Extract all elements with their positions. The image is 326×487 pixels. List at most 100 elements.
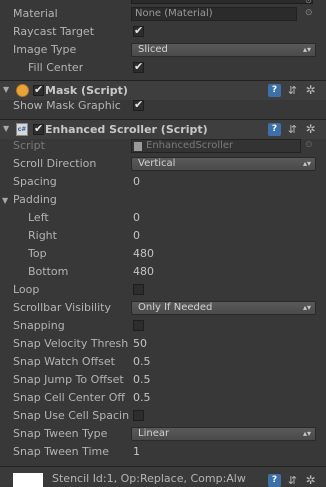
show-mask-graphic-label: Show Mask Graphic bbox=[13, 99, 121, 112]
snap-jump-offset-input[interactable]: 0.5 bbox=[131, 372, 318, 388]
padding-bottom-row: Bottom 480 bbox=[0, 263, 320, 281]
script-file-icon bbox=[134, 142, 142, 151]
material-row: Material None (Material) ⊙ bbox=[0, 5, 320, 23]
image-type-value: Sliced bbox=[138, 44, 168, 55]
gear-icon[interactable]: ✲ bbox=[304, 474, 317, 487]
snap-watch-offset-input[interactable]: 0.5 bbox=[131, 354, 318, 370]
snap-tween-time-row: Snap Tween Time 1 bbox=[0, 443, 320, 461]
snap-velocity-row: Snap Velocity Thresh 50 bbox=[0, 335, 320, 353]
dropdown-arrow-icon: ▴▾ bbox=[302, 303, 311, 312]
snap-velocity-label: Snap Velocity Thresh bbox=[13, 337, 129, 350]
scrollbar-visibility-value: Only If Needed bbox=[138, 302, 213, 313]
mask-component-icon bbox=[16, 84, 29, 97]
scrollbar-visibility-row: Scrollbar Visibility Only If Needed ▴▾ bbox=[0, 299, 320, 317]
padding-label: Padding bbox=[13, 193, 57, 206]
help-icon[interactable]: ? bbox=[268, 84, 281, 97]
snap-cell-center-label: Snap Cell Center Off bbox=[13, 391, 125, 404]
snap-use-cell-spacing-label: Snap Use Cell Spacin bbox=[13, 409, 130, 422]
show-mask-graphic-checkbox[interactable] bbox=[133, 98, 144, 111]
loop-checkbox[interactable] bbox=[133, 284, 144, 295]
script-file-icon: c# bbox=[16, 123, 28, 136]
image-type-row: Image Type Sliced ▴▾ bbox=[0, 41, 320, 59]
padding-top-row: Top 480 bbox=[0, 245, 320, 263]
fill-center-row: Fill Center bbox=[0, 59, 320, 77]
padding-right-label: Right bbox=[28, 229, 57, 242]
scrollbar-visibility-label: Scrollbar Visibility bbox=[13, 301, 111, 314]
mask-enabled-checkbox[interactable] bbox=[33, 83, 44, 96]
snap-jump-offset-label: Snap Jump To Offset bbox=[13, 373, 124, 386]
preset-icon[interactable]: ⇵ bbox=[286, 474, 299, 487]
snapping-row: Snapping bbox=[0, 317, 320, 335]
snap-tween-time-label: Snap Tween Time bbox=[13, 445, 109, 458]
raycast-target-checkbox[interactable] bbox=[133, 24, 144, 37]
scrollbar-visibility-dropdown[interactable]: Only If Needed ▴▾ bbox=[131, 301, 316, 315]
spacing-row: Spacing 0 bbox=[0, 173, 320, 191]
snap-tween-type-dropdown[interactable]: Linear ▴▾ bbox=[131, 427, 316, 441]
script-field[interactable]: EnhancedScroller bbox=[131, 139, 301, 153]
help-icon[interactable]: ? bbox=[268, 123, 281, 136]
scroll-direction-label: Scroll Direction bbox=[13, 157, 97, 170]
material-label: Material bbox=[13, 7, 58, 20]
top-object-field[interactable] bbox=[131, 0, 313, 4]
snap-watch-offset-label: Snap Watch Offset bbox=[13, 355, 115, 368]
snap-tween-type-row: Snap Tween Type Linear ▴▾ bbox=[0, 425, 320, 443]
snap-tween-type-label: Snap Tween Type bbox=[13, 427, 108, 440]
scroll-direction-dropdown[interactable]: Vertical ▴▾ bbox=[131, 157, 316, 171]
padding-right-input[interactable]: 0 bbox=[131, 228, 318, 244]
spacing-input[interactable]: 0 bbox=[131, 174, 318, 190]
foldout-arrow-icon[interactable]: ▼ bbox=[2, 196, 8, 205]
padding-right-row: Right 0 bbox=[0, 227, 320, 245]
fill-center-label: Fill Center bbox=[28, 61, 84, 74]
snap-use-cell-spacing-row: Snap Use Cell Spacin bbox=[0, 407, 320, 425]
loop-row: Loop bbox=[0, 281, 320, 299]
padding-left-input[interactable]: 0 bbox=[131, 210, 318, 226]
preset-icon[interactable]: ⇵ bbox=[286, 123, 299, 136]
loop-label: Loop bbox=[13, 283, 40, 296]
snap-tween-time-input[interactable]: 1 bbox=[131, 444, 318, 460]
foldout-arrow-icon[interactable]: ▼ bbox=[3, 124, 9, 133]
script-field-value: EnhancedScroller bbox=[146, 140, 234, 151]
help-icon[interactable]: ? bbox=[268, 474, 281, 487]
image-type-label: Image Type bbox=[13, 43, 77, 56]
preset-icon[interactable]: ⇵ bbox=[286, 84, 299, 97]
snap-watch-offset-row: Snap Watch Offset 0.5 bbox=[0, 353, 320, 371]
enhanced-scroller-header[interactable]: ▼ c# Enhanced Scroller (Script) ? ⇵ ✲ bbox=[0, 119, 326, 139]
raycast-target-row: Raycast Target bbox=[0, 23, 320, 41]
show-mask-graphic-row: Show Mask Graphic bbox=[0, 97, 320, 115]
padding-row[interactable]: ▼ Padding bbox=[0, 191, 320, 209]
snapping-checkbox[interactable] bbox=[133, 320, 144, 331]
image-type-dropdown[interactable]: Sliced ▴▾ bbox=[131, 43, 316, 57]
gear-icon[interactable]: ✲ bbox=[304, 84, 317, 97]
object-picker-icon[interactable]: ⊙ bbox=[305, 140, 313, 150]
object-picker-icon[interactable]: ⊙ bbox=[305, 8, 313, 18]
dropdown-arrow-icon: ▴▾ bbox=[302, 429, 311, 438]
padding-bottom-label: Bottom bbox=[28, 265, 69, 278]
padding-top-label: Top bbox=[28, 247, 47, 260]
padding-top-input[interactable]: 480 bbox=[131, 246, 318, 262]
fill-center-checkbox[interactable] bbox=[133, 60, 144, 73]
stencil-info-text: Stencil Id:1, Op:Replace, Comp:Alw bbox=[52, 472, 246, 485]
script-row: Script EnhancedScroller ⊙ bbox=[0, 137, 320, 155]
mask-component-title: Mask (Script) bbox=[45, 84, 128, 97]
scroller-component-title: Enhanced Scroller (Script) bbox=[45, 123, 208, 136]
snap-cell-center-row: Snap Cell Center Off 0.5 bbox=[0, 389, 320, 407]
snap-cell-center-input[interactable]: 0.5 bbox=[131, 390, 318, 406]
raycast-target-label: Raycast Target bbox=[13, 25, 95, 38]
gear-icon[interactable]: ✲ bbox=[304, 123, 317, 136]
snapping-label: Snapping bbox=[13, 319, 65, 332]
script-label: Script bbox=[13, 139, 45, 152]
padding-left-row: Left 0 bbox=[0, 209, 320, 227]
snap-use-cell-spacing-checkbox[interactable] bbox=[133, 410, 144, 421]
padding-bottom-input[interactable]: 480 bbox=[131, 264, 318, 280]
scroll-direction-value: Vertical bbox=[138, 158, 176, 169]
snap-jump-offset-row: Snap Jump To Offset 0.5 bbox=[0, 371, 320, 389]
scroller-enabled-checkbox[interactable] bbox=[33, 122, 44, 135]
foldout-arrow-icon[interactable]: ▼ bbox=[3, 85, 9, 94]
scroll-direction-row: Scroll Direction Vertical ▴▾ bbox=[0, 155, 320, 173]
material-field[interactable]: None (Material) bbox=[131, 7, 297, 21]
snap-velocity-input[interactable]: 50 bbox=[131, 336, 318, 352]
spacing-label: Spacing bbox=[13, 175, 57, 188]
dropdown-arrow-icon: ▴▾ bbox=[302, 45, 311, 54]
padding-left-label: Left bbox=[28, 211, 49, 224]
dropdown-arrow-icon: ▴▾ bbox=[302, 159, 311, 168]
